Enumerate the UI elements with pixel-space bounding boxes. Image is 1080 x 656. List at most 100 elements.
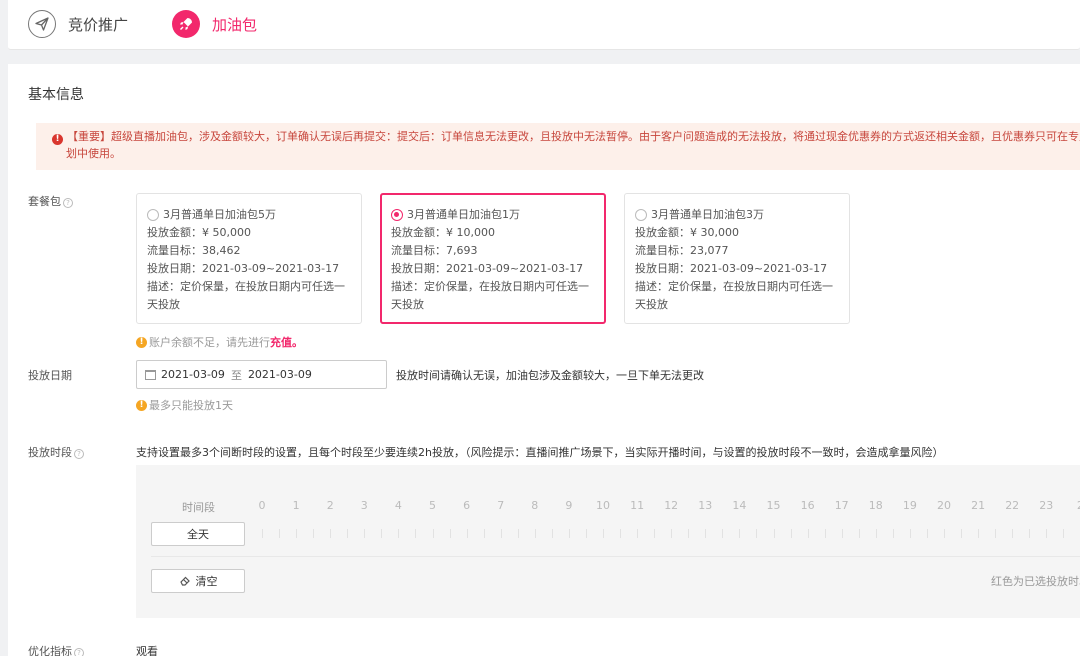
date-range-input[interactable]: 2021-03-09 至 2021-03-09 — [136, 360, 387, 389]
radio-icon[interactable] — [147, 209, 159, 221]
half-hour-cell[interactable] — [637, 529, 639, 538]
half-hour-cell[interactable] — [262, 529, 263, 538]
half-hour-cell[interactable] — [1029, 529, 1031, 538]
half-hour-cell[interactable] — [688, 529, 690, 538]
all-day-button[interactable]: 全天 — [151, 522, 245, 546]
package-target: 流量目标：7,693 — [391, 244, 478, 257]
package-amount: 投放金额：¥ 30,000 — [635, 226, 739, 239]
half-hour-cell[interactable] — [1012, 529, 1014, 538]
half-hour-cell[interactable] — [875, 529, 877, 538]
half-hour-cell[interactable] — [534, 529, 536, 538]
half-hour-cell[interactable] — [961, 529, 963, 538]
tab-bidding-promotion[interactable]: 竞价推广 — [28, 9, 128, 39]
half-hour-cell[interactable] — [841, 529, 843, 538]
half-hour-cell[interactable] — [466, 529, 468, 538]
help-icon[interactable]: ? — [63, 198, 73, 208]
hour-label: 8 — [531, 499, 539, 512]
form-panel: 基本信息 ! 【重要】超级直播加油包，涉及金额较大，订单确认无误后再提交：提交后：… — [8, 64, 1080, 656]
half-hour-cell[interactable] — [517, 529, 519, 538]
section-title: 基本信息 — [28, 87, 84, 103]
half-hour-cell[interactable] — [415, 529, 417, 538]
half-hour-cell[interactable] — [654, 529, 656, 538]
half-hour-cell[interactable] — [671, 529, 673, 538]
optimize-value: 观看 — [136, 645, 158, 656]
half-hour-cell[interactable] — [449, 529, 451, 538]
half-hour-cell[interactable] — [909, 529, 911, 538]
half-hour-cell[interactable] — [773, 529, 775, 538]
half-hour-cell[interactable] — [1046, 529, 1048, 538]
hour-selector-row[interactable] — [251, 524, 1080, 542]
half-hour-cell[interactable] — [790, 529, 792, 538]
half-hour-cell[interactable] — [1063, 529, 1065, 538]
radio-checked-icon[interactable] — [391, 209, 403, 221]
package-card-50k[interactable]: 3月普通单日加油包5万 投放金额：¥ 50,000 流量目标：38,462 投放… — [136, 193, 362, 324]
half-hour-cell[interactable] — [432, 529, 434, 538]
half-hour-cell[interactable] — [858, 529, 860, 538]
half-hour-cell[interactable] — [330, 529, 332, 538]
half-hour-cell[interactable] — [978, 529, 980, 538]
half-hour-cell[interactable] — [347, 529, 349, 538]
rocket-icon — [172, 10, 200, 38]
hour-label: 18 — [868, 499, 883, 512]
hour-label: 2 — [326, 499, 334, 512]
time-slot-header: 时间段 — [182, 501, 215, 514]
package-desc: 描述：定价保量，在投放日期内可任选一天投放 — [147, 280, 345, 311]
package-amount: 投放金额：¥ 10,000 — [391, 226, 495, 239]
alert-icon: ! — [52, 134, 63, 145]
tab-boost-pack[interactable]: 加油包 — [172, 9, 257, 39]
half-hour-cell[interactable] — [500, 529, 502, 538]
package-desc: 描述：定价保量，在投放日期内可任选一天投放 — [391, 280, 589, 311]
half-hour-cell[interactable] — [944, 529, 945, 538]
date-hint: ! 最多只能投放1天 — [136, 397, 233, 413]
half-hour-cell[interactable] — [620, 529, 622, 538]
half-hour-cell[interactable] — [568, 529, 570, 538]
eraser-icon — [179, 576, 190, 586]
half-hour-cell[interactable] — [381, 529, 383, 538]
half-hour-cell[interactable] — [824, 529, 826, 538]
package-label: 套餐包? — [28, 193, 73, 209]
time-slot-label: 投放时段? — [28, 444, 84, 460]
half-hour-cell[interactable] — [722, 529, 724, 538]
help-icon[interactable]: ? — [74, 648, 84, 656]
half-hour-cell[interactable] — [483, 529, 485, 538]
package-card-30k[interactable]: 3月普通单日加油包3万 投放金额：¥ 30,000 流量目标：23,077 投放… — [624, 193, 850, 324]
half-hour-cell[interactable] — [364, 529, 366, 538]
package-title: 3月普通单日加油包3万 — [651, 208, 764, 221]
radio-icon[interactable] — [635, 209, 647, 221]
half-hour-cell[interactable] — [995, 529, 997, 538]
hour-label: 16 — [800, 499, 815, 512]
package-dates: 投放日期：2021-03-09~2021-03-17 — [635, 262, 828, 275]
half-hour-cell[interactable] — [705, 529, 707, 538]
hour-label: 0 — [258, 499, 266, 512]
hour-label: 5 — [429, 499, 436, 512]
half-hour-cell[interactable] — [398, 529, 400, 538]
warning-icon: ! — [136, 336, 147, 348]
half-hour-cell[interactable] — [756, 529, 758, 538]
hour-label: 1 — [292, 499, 300, 512]
half-hour-cell[interactable] — [296, 529, 298, 538]
package-card-10k[interactable]: 3月普通单日加油包1万 投放金额：¥ 10,000 流量目标：7,693 投放日… — [380, 193, 606, 324]
half-hour-cell[interactable] — [926, 529, 928, 538]
half-hour-cell[interactable] — [585, 529, 587, 538]
hour-label: 17 — [834, 499, 849, 512]
hour-label: 7 — [497, 499, 505, 512]
warning-icon: ! — [136, 399, 147, 411]
half-hour-cell[interactable] — [892, 529, 894, 538]
hour-label: 11 — [630, 499, 645, 512]
date-end: 2021-03-09 — [247, 368, 312, 381]
half-hour-cell[interactable] — [551, 529, 553, 538]
half-hour-cell[interactable] — [807, 529, 809, 538]
package-amount: 投放金额：¥ 50,000 — [147, 226, 251, 239]
half-hour-cell[interactable] — [739, 529, 741, 538]
hour-label: 2 — [1070, 499, 1080, 512]
half-hour-cell[interactable] — [603, 529, 604, 538]
package-dates: 投放日期：2021-03-09~2021-03-17 — [147, 262, 340, 275]
half-hour-cell[interactable] — [279, 529, 281, 538]
recharge-link[interactable]: 充值。 — [270, 334, 303, 350]
clear-button[interactable]: 清空 — [151, 569, 245, 593]
hour-label: 10 — [596, 499, 610, 512]
half-hour-cell[interactable] — [313, 529, 315, 538]
send-icon — [28, 10, 56, 38]
help-icon[interactable]: ? — [74, 449, 84, 459]
date-separator: 至 — [230, 368, 242, 382]
